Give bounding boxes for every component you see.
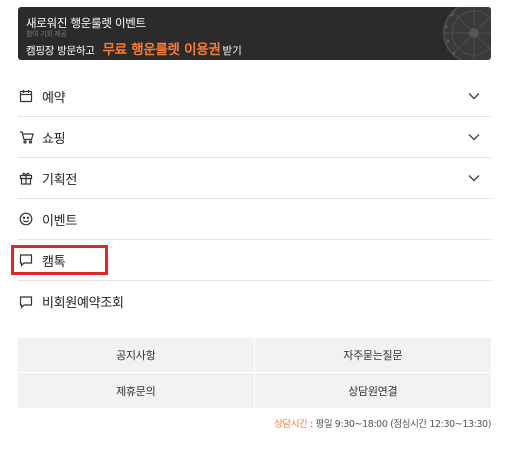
hours-label: 상담시간 (274, 419, 308, 430)
menu-label-shopping: 쇼핑 (42, 131, 66, 147)
menu-label-guest-reservation-lookup: 비회원예약조회 (42, 296, 124, 311)
menu-item-exhibition[interactable]: 기획전 (18, 158, 491, 199)
menu-item-camtalk[interactable]: 캠톡 (11, 240, 491, 281)
hours-text: 평일 9:30~18:00 (점심시간 12:30~13:30) (315, 419, 492, 430)
gift-icon (18, 170, 34, 186)
chat-icon (18, 252, 34, 268)
customer-links-grid: 공지사항 자주묻는질문 제휴문의 상담원연결 (18, 338, 491, 408)
menu-label-camtalk: 캠톡 (42, 254, 66, 270)
customer-hours: 상담시간 : 평일 9:30~18:00 (점심시간 12:30~13:30) (274, 416, 491, 430)
menu-item-shopping[interactable]: 쇼핑 (18, 117, 491, 158)
calendar-icon (18, 88, 34, 104)
menu-label-reservation: 예약 (42, 90, 66, 106)
chevron-down-icon[interactable] (467, 130, 481, 144)
banner-ghost-text: 참여 기회 제공 (26, 30, 67, 37)
menu-item-event[interactable]: 이벤트 (18, 199, 491, 240)
cart-icon (18, 129, 34, 145)
smile-icon (18, 211, 34, 227)
banner-highlight: 무료 행운룰렛 이용권 (102, 42, 221, 58)
event-banner[interactable]: 새로워진 행운룰렛 이벤트 참여 기회 제공 캠핑장 방문하고 무료 행운룰렛 이… (18, 7, 491, 60)
menu-item-guest-reservation-lookup[interactable]: 비회원예약조회 (18, 281, 491, 322)
chevron-down-icon[interactable] (467, 89, 481, 103)
banner-suffix: 받기 (222, 45, 242, 57)
notice-link[interactable]: 공지사항 (18, 338, 255, 373)
counsel-link[interactable]: 상담원연결 (255, 373, 492, 408)
banner-subline: 캠핑장 방문하고 무료 행운룰렛 이용권 받기 (26, 38, 242, 58)
menu-label-event: 이벤트 (42, 213, 77, 229)
menu-item-reservation[interactable]: 예약 (18, 76, 491, 117)
faq-link[interactable]: 자주묻는질문 (254, 338, 491, 373)
banner-prefix: 캠핑장 방문하고 (26, 45, 95, 57)
chat-icon (18, 294, 34, 310)
chevron-down-icon[interactable] (467, 171, 481, 185)
side-menu: 예약 쇼핑 기획전 이벤트 캠톡 비회원예약조회 (11, 76, 491, 322)
menu-label-exhibition: 기획전 (42, 172, 77, 188)
partnership-link[interactable]: 제휴문의 (18, 373, 255, 408)
roulette-wheel-icon (443, 7, 491, 60)
